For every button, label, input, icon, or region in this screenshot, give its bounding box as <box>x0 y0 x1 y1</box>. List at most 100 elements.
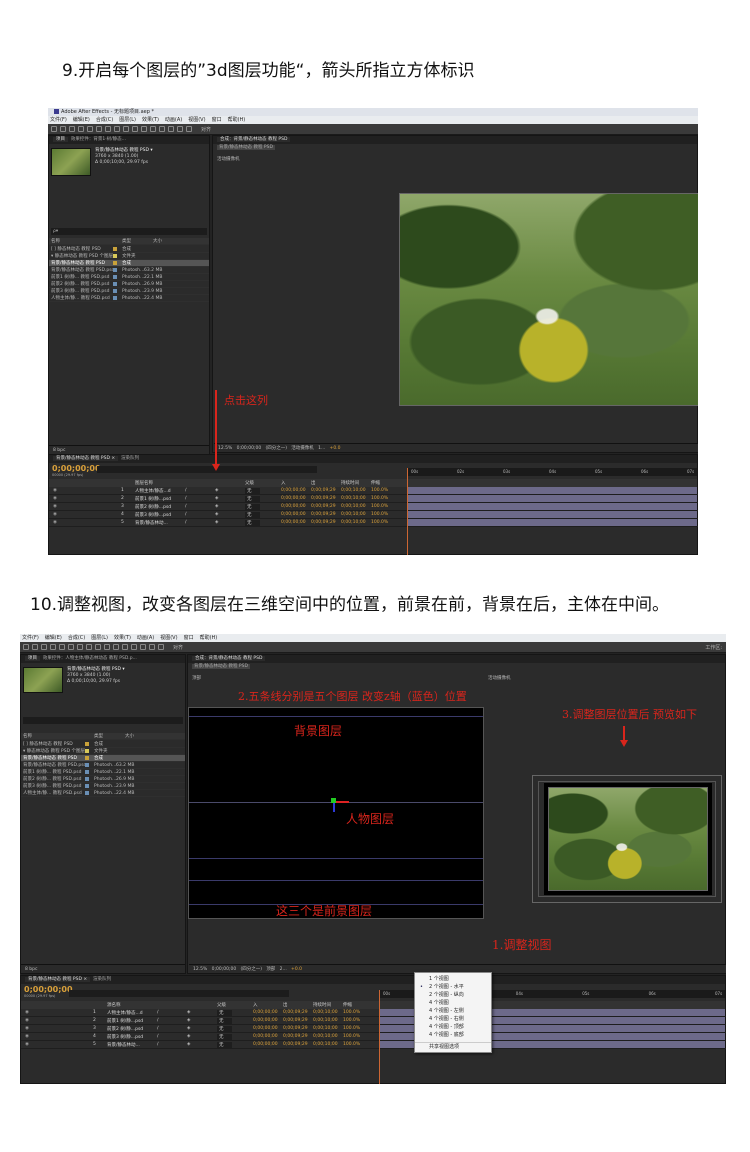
project-item[interactable]: [ ] 静态林动态 教程 PSD 合成 <box>21 741 185 748</box>
layer-duration[interactable]: 0;00;10;00 <box>313 1034 338 1039</box>
label-color-swatch[interactable] <box>85 784 89 788</box>
3d-layer-cube-icon[interactable]: ◈ <box>215 512 218 517</box>
menu-item-2[interactable]: 合成(C) <box>96 116 113 124</box>
menu-item-8[interactable]: 帮助(H) <box>200 634 218 642</box>
project-item[interactable]: 前景1 树/静... 教程 PSD.psd Photosh... 22.1 MB <box>49 274 209 281</box>
timeline-timecode[interactable]: 0;00;00;00 <box>52 464 101 473</box>
layer-name[interactable]: 前景2 树/静...psd <box>107 1026 143 1032</box>
layer-name[interactable]: 背景/静态林动... <box>135 520 168 526</box>
tool-icon-13[interactable] <box>69 126 75 132</box>
layer-row[interactable]: ◉ 1 人物主体/静态...d ∕ ◈ 无 0;00;00;00 0;00;09;29 0;00… <box>49 487 698 495</box>
pencil-icon[interactable]: ∕ <box>157 1010 159 1015</box>
tool-icon-6[interactable] <box>104 644 110 650</box>
layer-row[interactable]: ◉ 5 背景/静态林动... ∕ ◈ 无 0;00;00;00 0;00;09;29 0;00;… <box>49 519 698 527</box>
parent-select[interactable]: 无 <box>245 519 260 526</box>
3d-layer-cube-icon[interactable]: ◈ <box>215 496 218 501</box>
menu-item-6[interactable]: 视图(V) <box>188 116 205 124</box>
header-size[interactable]: 大小 <box>116 733 134 739</box>
layer-row[interactable]: ◉ 3 前景2 树/静...psd ∕ ◈ 无 0;00;00;00 0;00;09;29 0;… <box>49 503 698 511</box>
layer-duration-bar[interactable] <box>407 495 697 502</box>
y-axis-gizmo[interactable] <box>331 798 336 803</box>
tool-icon-3[interactable] <box>131 644 137 650</box>
menu-item-8[interactable]: 帮助(H) <box>228 116 246 124</box>
layer-out[interactable]: 0;00;09;29 <box>311 520 336 525</box>
workspace-label[interactable]: 工作区: <box>705 644 722 651</box>
layer-duration[interactable]: 0;00;10;00 <box>341 504 366 509</box>
layer-row[interactable]: ◉ 2 前景1 树/静...psd ∕ ◈ 无 0;00;00;00 0;00;09;29 0;… <box>21 1017 726 1025</box>
parent-select[interactable]: 无 <box>217 1017 232 1024</box>
label-color-swatch[interactable] <box>85 770 89 774</box>
timeline-header-1[interactable]: 父级 <box>245 480 254 486</box>
tool-icon-6[interactable] <box>132 126 138 132</box>
label-color-swatch[interactable] <box>113 247 117 251</box>
tool-icon-9[interactable] <box>105 126 111 132</box>
layer-name[interactable]: 前景1 树/静...psd <box>107 1018 143 1024</box>
tool-icon-7[interactable] <box>123 126 129 132</box>
parent-select[interactable]: 无 <box>245 511 260 518</box>
project-item[interactable]: 前景2 树/静... 教程 PSD.psd Photosh... 26.9 MB <box>21 776 185 783</box>
layer-stretch[interactable]: 100.0% <box>371 520 388 525</box>
pencil-icon[interactable]: ∕ <box>185 488 187 493</box>
tool-icon-8[interactable] <box>86 644 92 650</box>
pencil-icon[interactable]: ∕ <box>185 504 187 509</box>
label-color-swatch[interactable] <box>85 742 89 746</box>
layer-in[interactable]: 0;00;00;00 <box>253 1034 278 1039</box>
view-menu-item[interactable]: 4 个视图 - 底部 <box>415 1031 491 1039</box>
parent-select[interactable]: 无 <box>245 487 260 494</box>
layer-stretch[interactable]: 100.0% <box>371 512 388 517</box>
comp-breadcrumb[interactable]: 背景/静态林动态 教程 PSD <box>217 145 275 150</box>
tool-icon-2[interactable] <box>168 126 174 132</box>
view-menu-item[interactable]: 4 个视图 - 左侧 <box>415 1007 491 1015</box>
label-color-swatch[interactable] <box>113 254 117 258</box>
header-type[interactable]: 类型 <box>94 733 116 739</box>
layer-out[interactable]: 0;00;09;29 <box>283 1018 308 1023</box>
project-item[interactable]: 前景2 树/静... 教程 PSD.psd Photosh... 26.9 MB <box>49 281 209 288</box>
tool-icon-15[interactable] <box>51 126 57 132</box>
layer-out[interactable]: 0;00;09;29 <box>311 504 336 509</box>
layer-duration[interactable]: 0;00;10;00 <box>313 1018 338 1023</box>
view-menu-item[interactable]: 1 个视图 <box>415 975 491 983</box>
tool-icon-4[interactable] <box>122 644 128 650</box>
menu-item-4[interactable]: 效果(T) <box>114 634 131 642</box>
visibility-eye-icon[interactable]: ◉ <box>53 512 57 517</box>
view-menu-item[interactable]: 2 个视图 - 纵向 <box>415 991 491 999</box>
label-color-swatch[interactable] <box>85 749 89 753</box>
3d-layer-cube-icon[interactable]: ◈ <box>215 504 218 509</box>
project-search[interactable]: ρ▾ <box>51 228 207 235</box>
layer-duration[interactable]: 0;00;10;00 <box>313 1010 338 1015</box>
layer-duration-bar[interactable] <box>407 511 697 518</box>
header-type[interactable]: 类型 <box>122 238 144 244</box>
layer-stretch[interactable]: 100.0% <box>343 1042 360 1047</box>
timeline-header-0[interactable]: 源名称 <box>107 1002 121 1008</box>
project-search[interactable] <box>23 717 183 724</box>
header-name[interactable]: 名称 <box>23 733 85 739</box>
tool-icon-12[interactable] <box>78 126 84 132</box>
tool-icon-4[interactable] <box>150 126 156 132</box>
label-color-swatch[interactable] <box>113 296 117 300</box>
views-select[interactable]: 2... <box>280 967 287 972</box>
layer-row[interactable]: ◉ 3 前景2 树/静...psd ∕ ◈ 无 0;00;00;00 0;00;09;29 0;… <box>21 1025 726 1033</box>
menu-item-0[interactable]: 文件(F) <box>50 116 67 124</box>
tool-icon-5[interactable] <box>141 126 147 132</box>
tool-icon-9[interactable] <box>77 644 83 650</box>
layer-duration[interactable]: 0;00;10;00 <box>341 512 366 517</box>
parent-select[interactable]: 无 <box>245 503 260 510</box>
tool-icon-0[interactable] <box>186 126 192 132</box>
menu-item-5[interactable]: 动画(A) <box>165 116 182 124</box>
tab-render-queue[interactable]: 渲染队列 <box>93 977 111 982</box>
view-menu-item[interactable]: 4 个视图 - 顶部 <box>415 1023 491 1031</box>
comp-breadcrumb[interactable]: 背景/静态林动态 教程 PSD <box>192 664 250 669</box>
zoom-select[interactable]: 12.5% <box>218 446 232 451</box>
tab-composition[interactable]: 合成：背景/静态林动态 教程 PSD <box>217 137 291 142</box>
project-item[interactable]: 前景3 树/静... 教程 PSD.psd Photosh... 23.9 MB <box>21 783 185 790</box>
project-item[interactable]: ▾ 静态林动态 教程 PSD 个图层 文件夹 <box>21 748 185 755</box>
views-select[interactable]: 1... <box>318 446 325 451</box>
x-axis-gizmo[interactable] <box>335 801 349 803</box>
tab-render-queue[interactable]: 渲染队列 <box>121 456 139 461</box>
layer-in[interactable]: 0;00;00;00 <box>281 512 306 517</box>
time-ruler[interactable]: 00s 02s 03s 04s 05s 06s 07s <box>407 468 697 476</box>
view-menu-item[interactable]: 4 个视图 <box>415 999 491 1007</box>
pencil-icon[interactable]: ∕ <box>157 1026 159 1031</box>
playhead[interactable] <box>379 990 380 1084</box>
tool-icon-8[interactable] <box>114 126 120 132</box>
